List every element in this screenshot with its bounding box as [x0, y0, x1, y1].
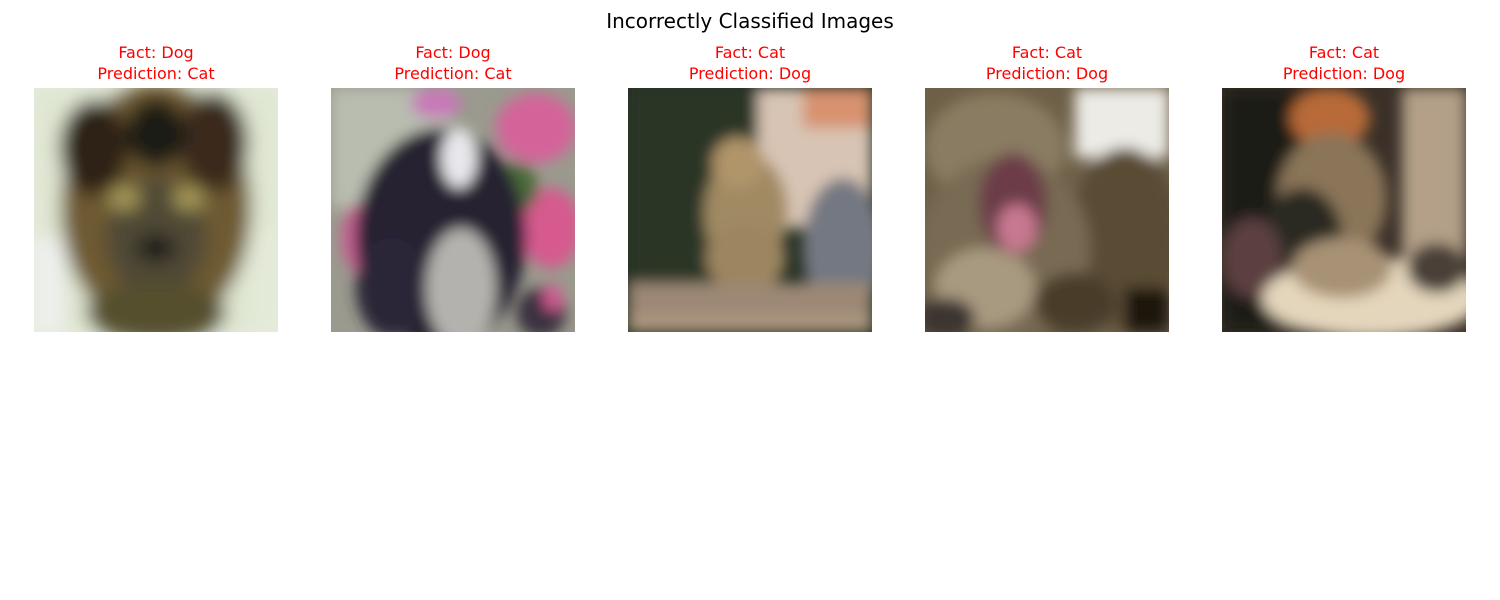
panel-5: Fact: Cat Prediction: Dog	[1222, 42, 1466, 332]
panel-2-fact: Fact: Dog	[415, 43, 491, 62]
panel-3-prediction: Prediction: Dog	[688, 64, 812, 83]
panel-3-fact: Fact: Cat	[714, 43, 786, 62]
panel-4-image	[925, 88, 1169, 332]
panel-1: Fact: Dog Prediction: Cat	[34, 42, 278, 332]
panel-4-prediction: Prediction: Dog	[985, 64, 1109, 83]
figure-title: Incorrectly Classified Images	[606, 9, 894, 33]
panel-1-title: Fact: Dog Prediction: Cat	[34, 42, 278, 86]
panel-1-prediction: Prediction: Cat	[97, 64, 215, 83]
panel-1-image	[34, 88, 278, 332]
panel-1-fact: Fact: Dog	[118, 43, 194, 62]
panel-5-title: Fact: Cat Prediction: Dog	[1222, 42, 1466, 86]
panel-2: Fact: Dog Prediction: Cat	[331, 42, 575, 332]
panel-5-fact: Fact: Cat	[1308, 43, 1380, 62]
panel-2-prediction: Prediction: Cat	[394, 64, 512, 83]
panel-2-image	[331, 88, 575, 332]
panel-3-image	[628, 88, 872, 332]
panel-2-title: Fact: Dog Prediction: Cat	[331, 42, 575, 86]
panel-4-title: Fact: Cat Prediction: Dog	[925, 42, 1169, 86]
panel-4-fact: Fact: Cat	[1011, 43, 1083, 62]
panel-5-image	[1222, 88, 1466, 332]
panel-4: Fact: Cat Prediction: Dog	[925, 42, 1169, 332]
panel-3-title: Fact: Cat Prediction: Dog	[628, 42, 872, 86]
panel-5-prediction: Prediction: Dog	[1282, 64, 1406, 83]
panel-3: Fact: Cat Prediction: Dog	[628, 42, 872, 332]
